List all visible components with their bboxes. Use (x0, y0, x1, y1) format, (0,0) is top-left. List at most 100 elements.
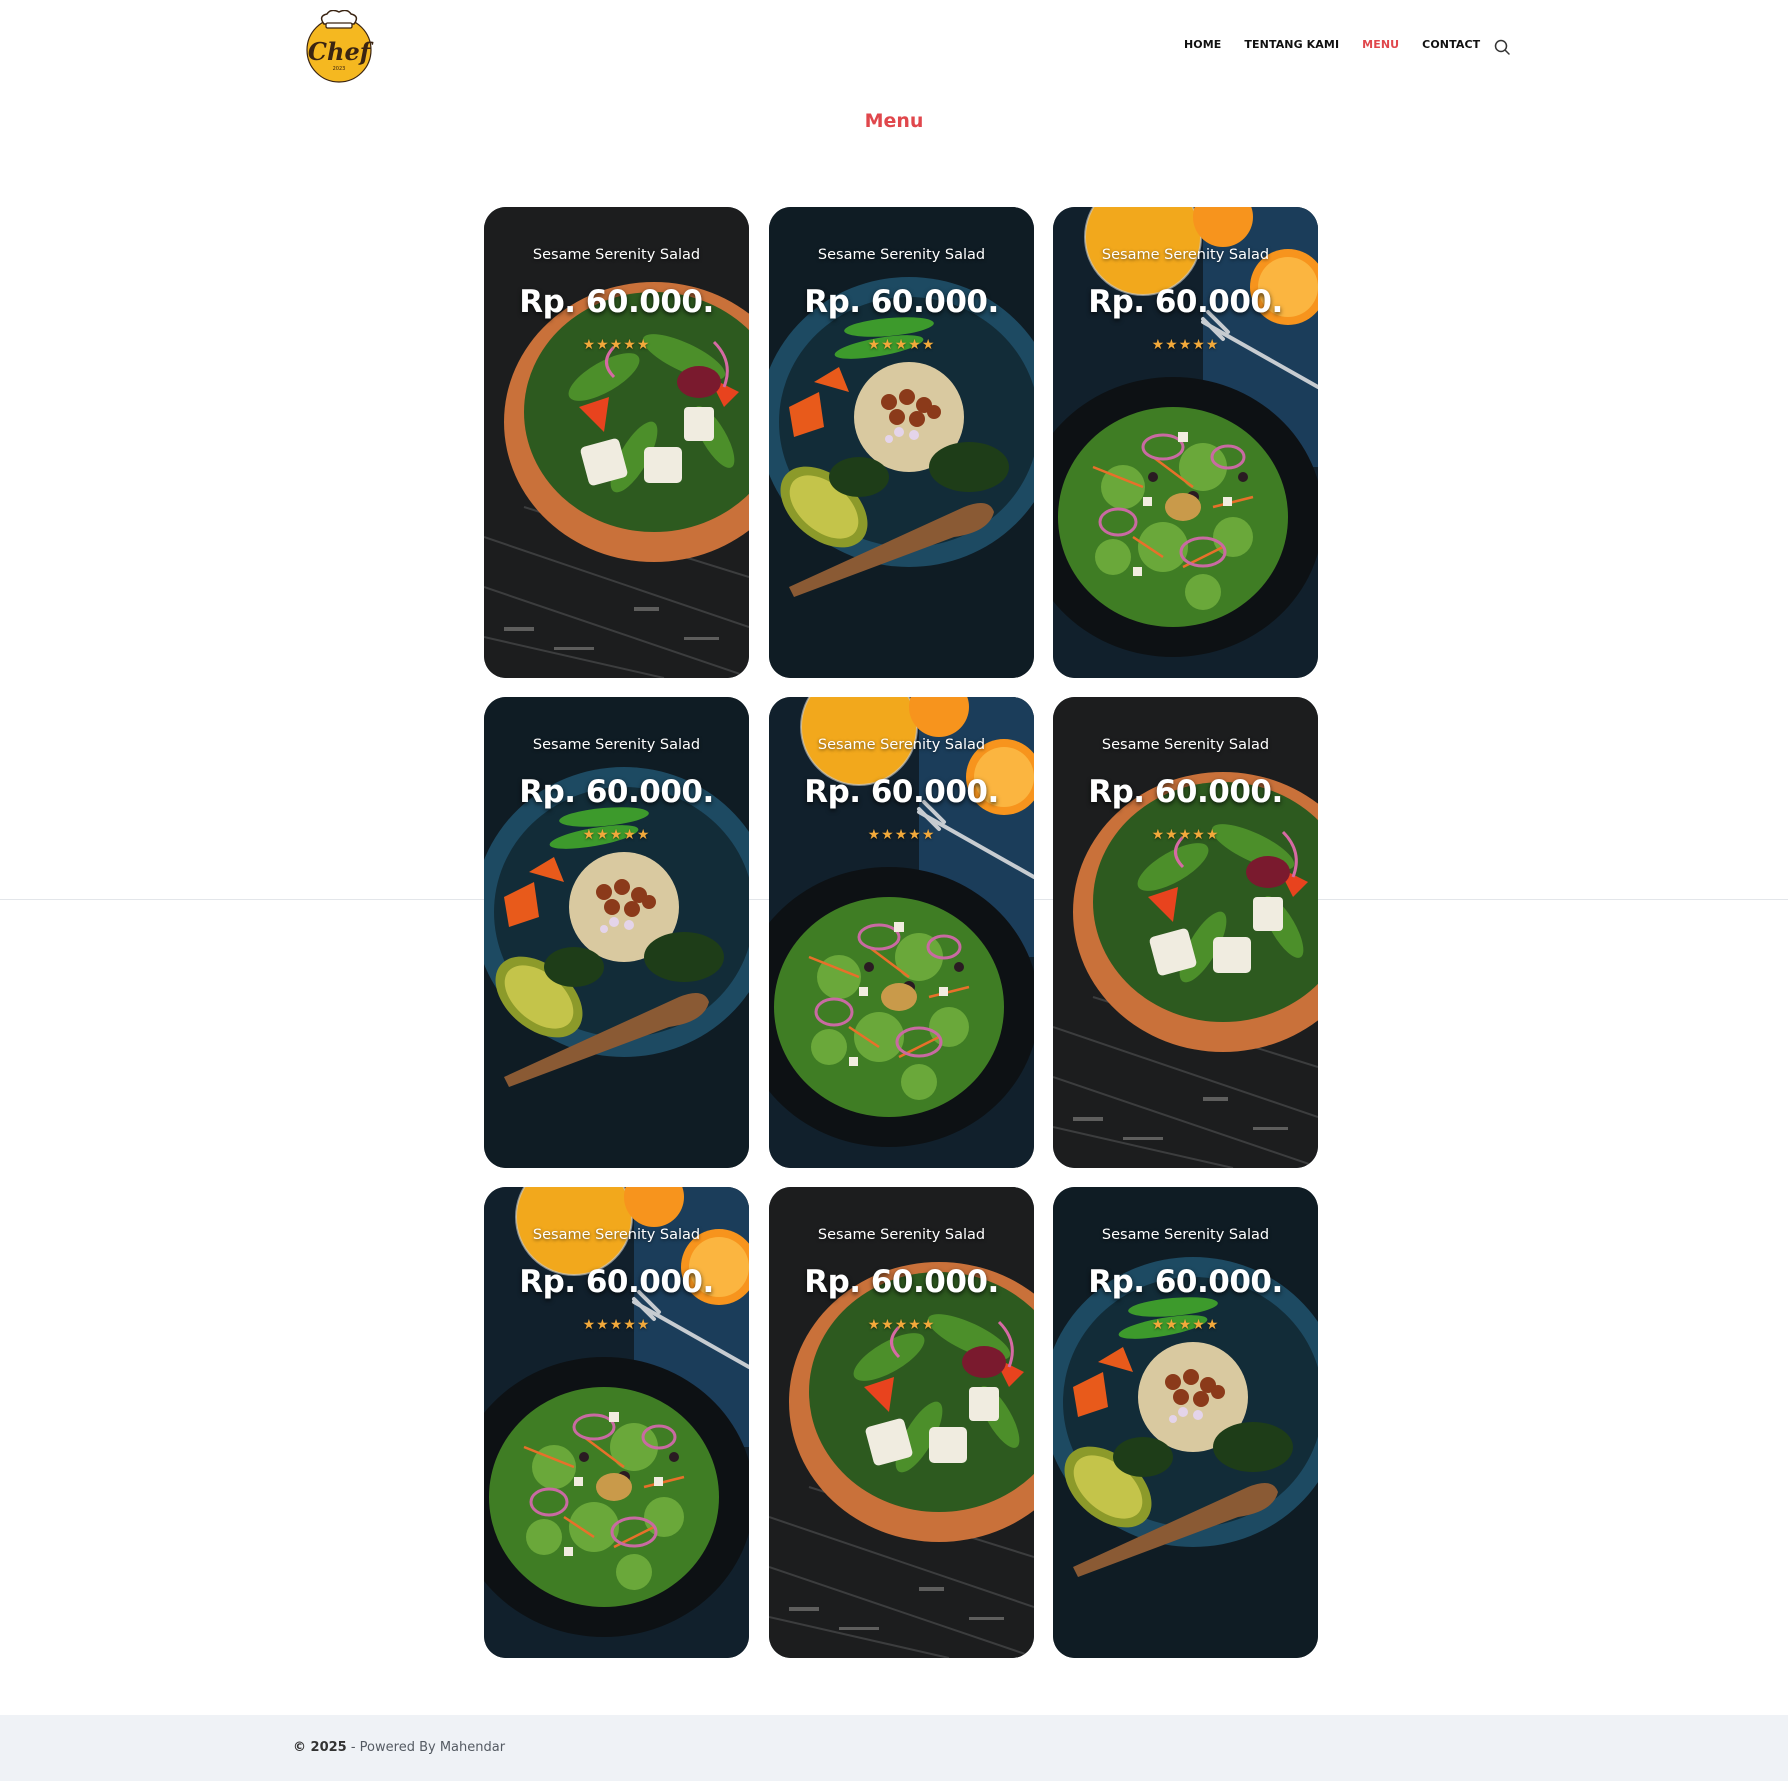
star-icon: ★ (881, 1317, 895, 1333)
menu-card-overlay: Sesame Serenity Salad Rp. 60.000. ★★★★★ (769, 697, 1034, 1168)
menu-item-price: Rp. 60.000. (1088, 774, 1283, 810)
menu-item-price: Rp. 60.000. (519, 774, 714, 810)
menu-item-name: Sesame Serenity Salad (817, 247, 986, 263)
star-icon: ★ (582, 827, 597, 843)
menu-card-overlay: Sesame Serenity Salad Rp. 60.000. ★★★★★ (1053, 207, 1318, 678)
menu-item-name: Sesame Serenity Salad (532, 247, 701, 263)
footer-year: © 2025 (293, 1740, 347, 1755)
menu-card[interactable]: Sesame Serenity Salad Rp. 60.000. ★★★★★ (484, 697, 749, 1168)
chef-hat-icon: Chef 2023 (306, 10, 374, 83)
menu-card[interactable]: Sesame Serenity Salad Rp. 60.000. ★★★★★ (769, 1187, 1034, 1658)
svg-text:Chef: Chef (308, 37, 374, 66)
menu-card-overlay: Sesame Serenity Salad Rp. 60.000. ★★★★★ (1053, 1187, 1318, 1658)
chef-logo[interactable]: Chef 2023 (302, 10, 376, 84)
nav-tentang-kami[interactable]: TENTANG KAMI (1244, 38, 1339, 51)
site-footer: © 2025 - Powered By Mahendar (0, 1715, 1788, 1781)
star-icon: ★ (636, 827, 651, 843)
logo-year: 2023 (333, 66, 346, 72)
page-title: Menu (864, 110, 924, 132)
star-icon: ★ (908, 827, 922, 843)
menu-card-overlay: Sesame Serenity Salad Rp. 60.000. ★★★★★ (484, 207, 749, 678)
star-icon: ★ (596, 827, 610, 843)
menu-item-price: Rp. 60.000. (804, 774, 999, 810)
footer-credit: © 2025 - Powered By Mahendar (293, 1740, 505, 1755)
star-icon: ★ (1165, 827, 1179, 843)
star-rating: ★★★★★ (484, 827, 749, 843)
star-icon: ★ (1192, 1317, 1206, 1333)
star-icon: ★ (609, 827, 624, 843)
star-icon: ★ (596, 1317, 610, 1333)
search-icon (1494, 39, 1510, 55)
star-icon: ★ (1165, 337, 1179, 353)
star-icon: ★ (867, 1317, 882, 1333)
menu-card-overlay: Sesame Serenity Salad Rp. 60.000. ★★★★★ (484, 697, 749, 1168)
menu-item-name: Sesame Serenity Salad (817, 737, 986, 753)
star-icon: ★ (623, 827, 637, 843)
star-icon: ★ (867, 827, 882, 843)
menu-card[interactable]: Sesame Serenity Salad Rp. 60.000. ★★★★★ (769, 697, 1034, 1168)
footer-powered-by: - Powered By Mahendar (346, 1740, 506, 1755)
star-icon: ★ (894, 1317, 909, 1333)
star-icon: ★ (1205, 337, 1220, 353)
star-icon: ★ (1151, 337, 1166, 353)
star-icon: ★ (921, 1317, 936, 1333)
menu-card[interactable]: Sesame Serenity Salad Rp. 60.000. ★★★★★ (1053, 1187, 1318, 1658)
star-icon: ★ (908, 1317, 922, 1333)
menu-card-overlay: Sesame Serenity Salad Rp. 60.000. ★★★★★ (484, 1187, 749, 1658)
star-rating: ★★★★★ (769, 827, 1034, 843)
star-rating: ★★★★★ (484, 1317, 749, 1333)
main-nav: HOME TENTANG KAMI MENU CONTACT (1184, 38, 1503, 51)
star-rating: ★★★★★ (1053, 337, 1318, 353)
nav-contact[interactable]: CONTACT (1422, 38, 1480, 51)
star-icon: ★ (623, 1317, 637, 1333)
star-icon: ★ (1192, 337, 1206, 353)
menu-card[interactable]: Sesame Serenity Salad Rp. 60.000. ★★★★★ (1053, 697, 1318, 1168)
star-icon: ★ (609, 337, 624, 353)
star-icon: ★ (582, 337, 597, 353)
star-icon: ★ (609, 1317, 624, 1333)
search-button[interactable] (1493, 38, 1511, 56)
menu-item-price: Rp. 60.000. (1088, 284, 1283, 320)
menu-card[interactable]: Sesame Serenity Salad Rp. 60.000. ★★★★★ (769, 207, 1034, 678)
star-icon: ★ (596, 337, 610, 353)
menu-card[interactable]: Sesame Serenity Salad Rp. 60.000. ★★★★★ (484, 207, 749, 678)
menu-item-price: Rp. 60.000. (519, 284, 714, 320)
star-icon: ★ (921, 337, 936, 353)
menu-card-overlay: Sesame Serenity Salad Rp. 60.000. ★★★★★ (769, 207, 1034, 678)
nav-menu[interactable]: MENU (1362, 38, 1399, 51)
star-icon: ★ (636, 337, 651, 353)
menu-item-name: Sesame Serenity Salad (1101, 247, 1270, 263)
menu-item-name: Sesame Serenity Salad (1101, 737, 1270, 753)
star-rating: ★★★★★ (769, 337, 1034, 353)
star-icon: ★ (636, 1317, 651, 1333)
star-icon: ★ (1205, 1317, 1220, 1333)
star-icon: ★ (1178, 1317, 1193, 1333)
star-icon: ★ (1165, 1317, 1179, 1333)
star-icon: ★ (1192, 827, 1206, 843)
menu-item-price: Rp. 60.000. (804, 1264, 999, 1300)
nav-home[interactable]: HOME (1184, 38, 1221, 51)
star-icon: ★ (1178, 337, 1193, 353)
star-rating: ★★★★★ (1053, 827, 1318, 843)
star-icon: ★ (881, 337, 895, 353)
star-icon: ★ (921, 827, 936, 843)
star-icon: ★ (908, 337, 922, 353)
menu-card-overlay: Sesame Serenity Salad Rp. 60.000. ★★★★★ (769, 1187, 1034, 1658)
menu-item-name: Sesame Serenity Salad (532, 1227, 701, 1243)
menu-item-name: Sesame Serenity Salad (1101, 1227, 1270, 1243)
menu-card[interactable]: Sesame Serenity Salad Rp. 60.000. ★★★★★ (1053, 207, 1318, 678)
star-icon: ★ (867, 337, 882, 353)
star-icon: ★ (1178, 827, 1193, 843)
star-rating: ★★★★★ (1053, 1317, 1318, 1333)
menu-item-price: Rp. 60.000. (1088, 1264, 1283, 1300)
star-rating: ★★★★★ (769, 1317, 1034, 1333)
menu-item-price: Rp. 60.000. (519, 1264, 714, 1300)
star-icon: ★ (623, 337, 637, 353)
star-icon: ★ (1205, 827, 1220, 843)
menu-item-name: Sesame Serenity Salad (817, 1227, 986, 1243)
star-icon: ★ (1151, 1317, 1166, 1333)
menu-card[interactable]: Sesame Serenity Salad Rp. 60.000. ★★★★★ (484, 1187, 749, 1658)
site-header: Chef 2023 HOME TENTANG KAMI MENU CONTACT (0, 0, 1788, 95)
star-icon: ★ (1151, 827, 1166, 843)
star-icon: ★ (894, 337, 909, 353)
